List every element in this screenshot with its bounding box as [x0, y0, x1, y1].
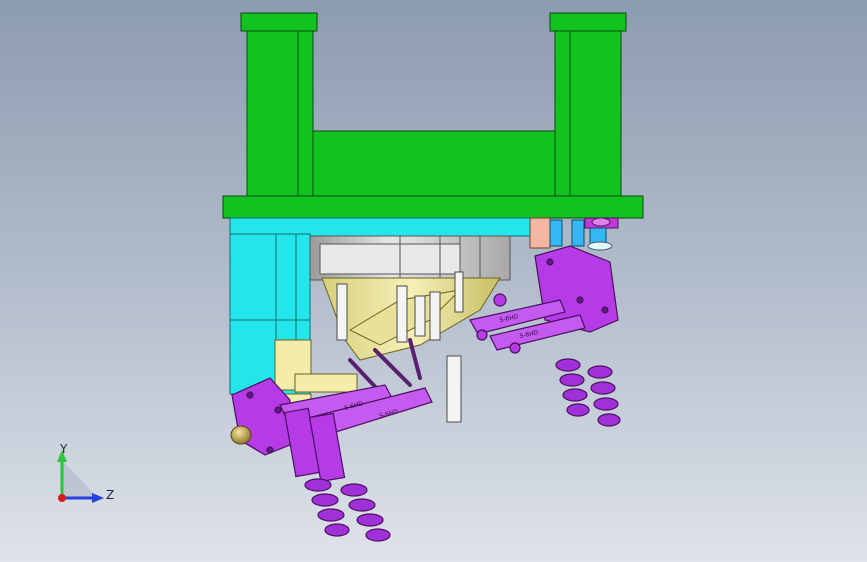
cross-beam	[312, 130, 556, 197]
right-clamp-handle-1[interactable]	[555, 358, 590, 417]
gray-cylinder-block	[309, 235, 511, 281]
base-plate	[222, 195, 644, 219]
left-post	[246, 30, 314, 197]
right-post-cap	[549, 12, 627, 32]
z-axis-label: Z	[106, 488, 115, 502]
brass-bolt	[230, 425, 252, 445]
left-toggle-clamp[interactable]	[231, 377, 433, 542]
left-post-cap	[240, 12, 318, 32]
y-axis-label: Y	[60, 442, 68, 456]
right-clamp-handle-2[interactable]	[587, 365, 621, 427]
right-post	[554, 30, 622, 197]
cad-model-viewport[interactable]: S-6HD S-6HD S-6HD S-6HD	[0, 0, 867, 562]
triad-icon	[57, 450, 104, 503]
green-frame	[222, 12, 644, 219]
orientation-triad[interactable]: Y Z	[40, 438, 130, 518]
